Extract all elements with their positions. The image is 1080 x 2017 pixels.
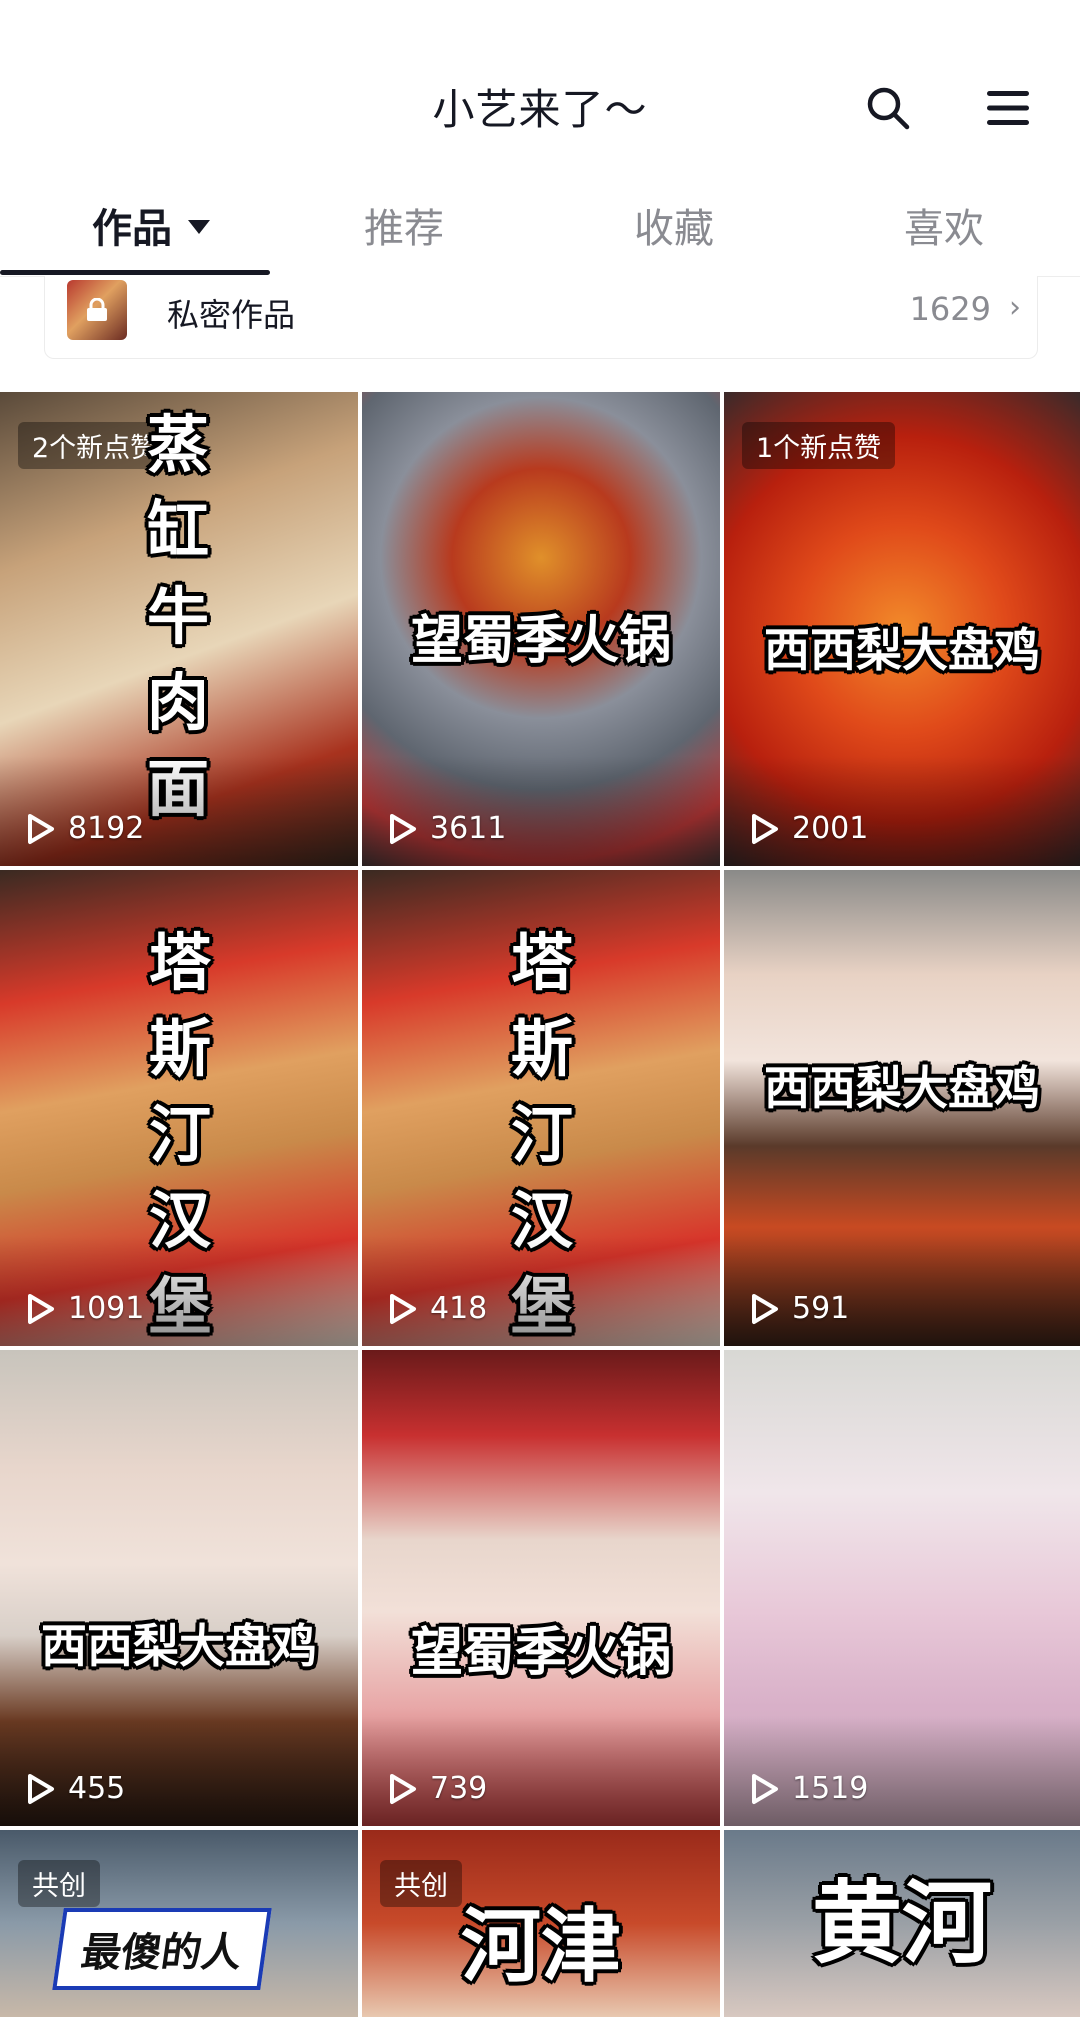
new-like-badge: 1个新点赞 [742,422,896,469]
co-create-badge: 共创 [18,1860,100,1907]
view-count: 1519 [746,1771,868,1806]
view-count: 455 [22,1771,125,1806]
video-caption: 河津 [461,1899,621,1993]
video-grid: 2个新点赞 蒸缸牛肉面 8192 望蜀季火锅 3611 1个新点赞 西西梨大盘鸡… [0,392,1080,2017]
view-count: 591 [746,1291,849,1326]
view-count-value: 455 [68,1771,126,1806]
video-tile[interactable]: 西西梨大盘鸡 455 [0,1350,358,1826]
view-count: 8192 [22,811,144,846]
view-count: 418 [384,1291,487,1326]
video-tile[interactable]: 望蜀季火锅 3611 [362,392,720,866]
private-works-row[interactable]: 私密作品 1629 › [44,276,1038,359]
play-icon [390,813,416,844]
view-count: 1091 [22,1291,144,1326]
video-tile[interactable]: 塔斯汀汉堡 1091 [0,870,358,1346]
active-tab-indicator [0,270,270,275]
video-tile[interactable]: 西西梨大盘鸡 591 [724,870,1080,1346]
video-tile[interactable]: 塔斯汀汉堡 418 [362,870,720,1346]
menu-icon [987,91,1029,125]
profile-tabs: 作品 推荐 收藏 喜欢 [0,180,1080,277]
profile-header: 小艺来了～ [0,0,1080,180]
lock-icon [87,298,107,321]
video-tile[interactable]: 望蜀季火锅 739 [362,1350,720,1826]
view-count-value: 1091 [68,1291,145,1326]
chevron-right-icon: › [1009,290,1021,325]
video-tile[interactable]: 共创 河津 [362,1830,720,2017]
play-icon [390,1293,416,1324]
video-caption: 西西梨大盘鸡 [41,1619,317,1673]
menu-button[interactable] [980,80,1036,136]
video-tile[interactable]: 黄河 [724,1830,1080,2017]
play-icon [28,1773,54,1804]
play-icon [752,813,778,844]
view-count-value: 1519 [792,1771,869,1806]
video-caption: 西西梨大盘鸡 [764,623,1040,677]
play-icon [390,1773,416,1804]
tab-works-label: 作品 [92,206,172,252]
view-count-value: 418 [430,1291,488,1326]
private-works-label: 私密作品 [167,296,296,334]
view-count-value: 2001 [792,811,869,846]
view-count-value: 3611 [430,811,507,846]
search-button[interactable] [860,80,916,136]
view-count: 3611 [384,811,506,846]
tab-favorites[interactable]: 收藏 [634,196,714,254]
search-icon [867,87,910,130]
video-caption: 望蜀季火锅 [410,610,671,671]
play-icon [28,1293,54,1324]
video-tile[interactable]: 1个新点赞 西西梨大盘鸡 2001 [724,392,1080,866]
view-count-value: 591 [792,1291,850,1326]
play-icon [752,1773,778,1804]
play-icon [28,813,54,844]
video-caption: 最傻的人 [52,1908,272,1990]
view-count-value: 8192 [68,811,145,846]
dropdown-arrow-icon [188,220,210,234]
view-count: 2001 [746,811,868,846]
view-count: 739 [384,1771,487,1806]
video-caption: 黄河 [812,1870,992,1976]
tab-recommend[interactable]: 推荐 [364,196,444,254]
private-works-count: 1629 [909,290,991,328]
tab-likes[interactable]: 喜欢 [904,196,984,254]
page-title: 小艺来了～ [432,85,648,134]
video-caption: 西西梨大盘鸡 [764,1061,1040,1115]
private-works-thumbnail [67,280,127,340]
view-count-value: 739 [430,1771,488,1806]
video-tile[interactable]: 2个新点赞 蒸缸牛肉面 8192 [0,392,358,866]
video-caption: 望蜀季火锅 [410,1622,671,1683]
video-tile[interactable]: 共创 最傻的人 [0,1830,358,2017]
tab-works[interactable]: 作品 [92,196,210,254]
play-icon [752,1293,778,1324]
video-tile[interactable]: 1519 [724,1350,1080,1826]
